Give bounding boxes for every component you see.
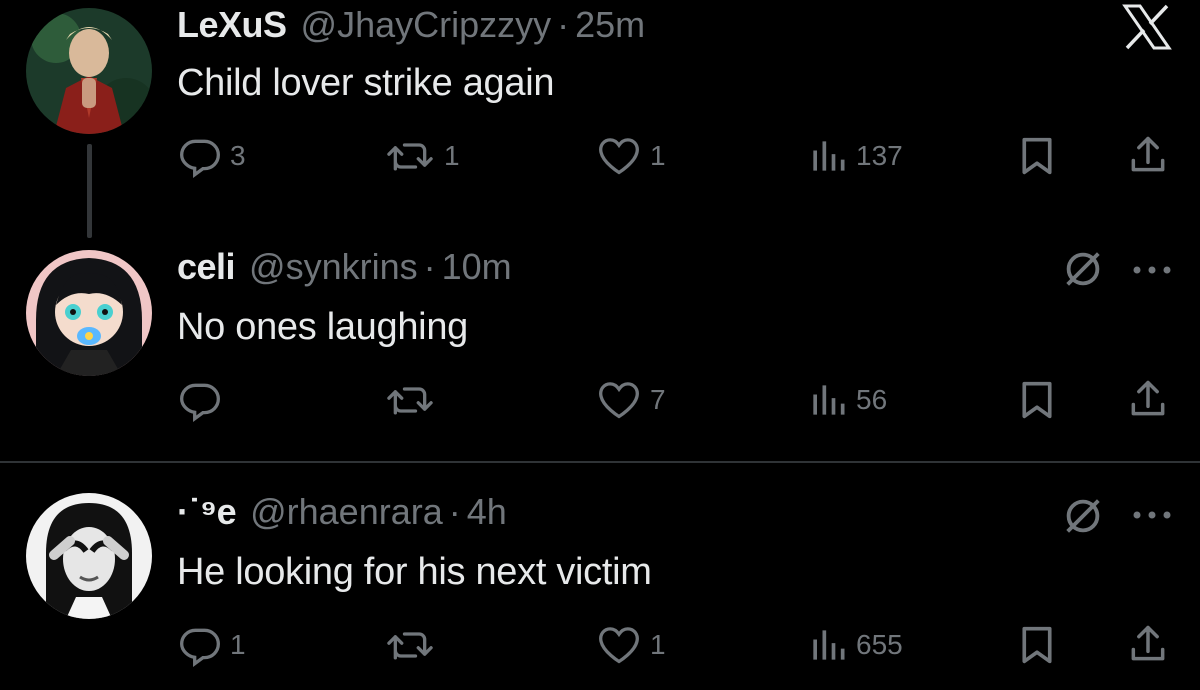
views-button[interactable]: 56	[808, 378, 887, 422]
views-button[interactable]: 655	[808, 623, 903, 667]
like-button[interactable]: 7	[596, 378, 666, 422]
avatar[interactable]	[26, 8, 152, 134]
bookmark-icon	[1022, 137, 1052, 175]
action-bar: 1 1 655	[0, 623, 1200, 673]
views-icon	[813, 385, 845, 415]
retweet-button[interactable]	[384, 378, 444, 422]
heart-icon	[599, 138, 639, 175]
reply-button[interactable]	[178, 378, 230, 422]
retweet-icon	[387, 143, 433, 171]
views-count: 56	[856, 384, 888, 415]
share-button[interactable]	[1126, 132, 1170, 178]
reply-button[interactable]: 1	[178, 623, 246, 667]
avatar[interactable]	[26, 493, 152, 619]
more-icon[interactable]	[1130, 505, 1174, 525]
views-count: 137	[856, 140, 903, 171]
display-name[interactable]: ·˙⁹e	[177, 491, 237, 533]
retweet-count: 1	[444, 140, 460, 171]
views-button[interactable]: 137	[808, 134, 903, 178]
mute-icon[interactable]	[1060, 493, 1106, 539]
display-name[interactable]: celi	[177, 246, 236, 288]
bookmark-button[interactable]	[1018, 380, 1056, 420]
like-count: 1	[650, 140, 666, 171]
reply-icon	[180, 139, 220, 178]
retweet-icon	[387, 387, 433, 415]
share-button[interactable]	[1126, 376, 1170, 422]
timestamp[interactable]: 4h	[467, 491, 507, 533]
reply-count: 1	[230, 629, 246, 660]
like-button[interactable]: 1	[596, 134, 666, 178]
avatar[interactable]	[26, 250, 152, 376]
bookmark-button[interactable]	[1018, 136, 1056, 176]
separator-dot: ·	[557, 4, 570, 45]
user-handle[interactable]: @synkrins	[249, 246, 418, 288]
share-icon	[1131, 625, 1165, 661]
user-handle[interactable]: @JhayCripzzyy	[301, 4, 552, 46]
timestamp[interactable]: 25m	[575, 4, 645, 46]
tweet-header: ·˙⁹e @rhaenrara · 4h	[177, 491, 507, 541]
bookmark-icon	[1022, 626, 1052, 664]
tweet-header: LeXuS @JhayCripzzyy · 25m	[177, 4, 645, 54]
share-button[interactable]	[1126, 621, 1170, 667]
retweet-icon	[387, 632, 433, 660]
like-button[interactable]: 1	[596, 623, 666, 667]
reply-button[interactable]: 3	[178, 134, 246, 178]
like-count: 7	[650, 384, 666, 415]
tweet-text: He looking for his next victim	[177, 551, 652, 593]
bookmark-button[interactable]	[1018, 625, 1056, 665]
more-icon[interactable]	[1130, 260, 1174, 280]
separator-dot: ·	[448, 491, 461, 532]
retweet-button[interactable]	[384, 623, 444, 667]
bookmark-icon	[1022, 381, 1052, 419]
like-count: 1	[650, 629, 666, 660]
tweet-1[interactable]: LeXuS @JhayCripzzyy · 25m Child lover st…	[0, 0, 1200, 240]
retweet-button[interactable]: 1	[384, 134, 460, 178]
display-name[interactable]: LeXuS	[177, 4, 287, 46]
views-icon	[813, 141, 845, 171]
reply-icon	[180, 383, 220, 422]
heart-icon	[599, 382, 639, 419]
tweet-3[interactable]: ·˙⁹e @rhaenrara · 4h He looking for his …	[0, 463, 1200, 690]
views-count: 655	[856, 629, 903, 660]
timestamp[interactable]: 10m	[442, 246, 512, 288]
tweet-2[interactable]: celi @synkrins · 10m No ones laughing 7 …	[0, 240, 1200, 460]
share-icon	[1131, 380, 1165, 416]
reply-icon	[180, 628, 220, 667]
tweet-text: Child lover strike again	[177, 62, 555, 104]
action-bar: 7 56	[0, 378, 1200, 428]
reply-count: 3	[230, 140, 246, 171]
tweet-header: celi @synkrins · 10m	[177, 246, 512, 296]
tweet-text: No ones laughing	[177, 306, 468, 348]
heart-icon	[599, 627, 639, 664]
action-bar: 3 1 1 137	[0, 132, 1200, 182]
views-icon	[813, 630, 845, 660]
share-icon	[1131, 136, 1165, 172]
mute-icon[interactable]	[1060, 246, 1106, 292]
separator-dot: ·	[423, 246, 436, 287]
user-handle[interactable]: @rhaenrara	[250, 491, 443, 533]
